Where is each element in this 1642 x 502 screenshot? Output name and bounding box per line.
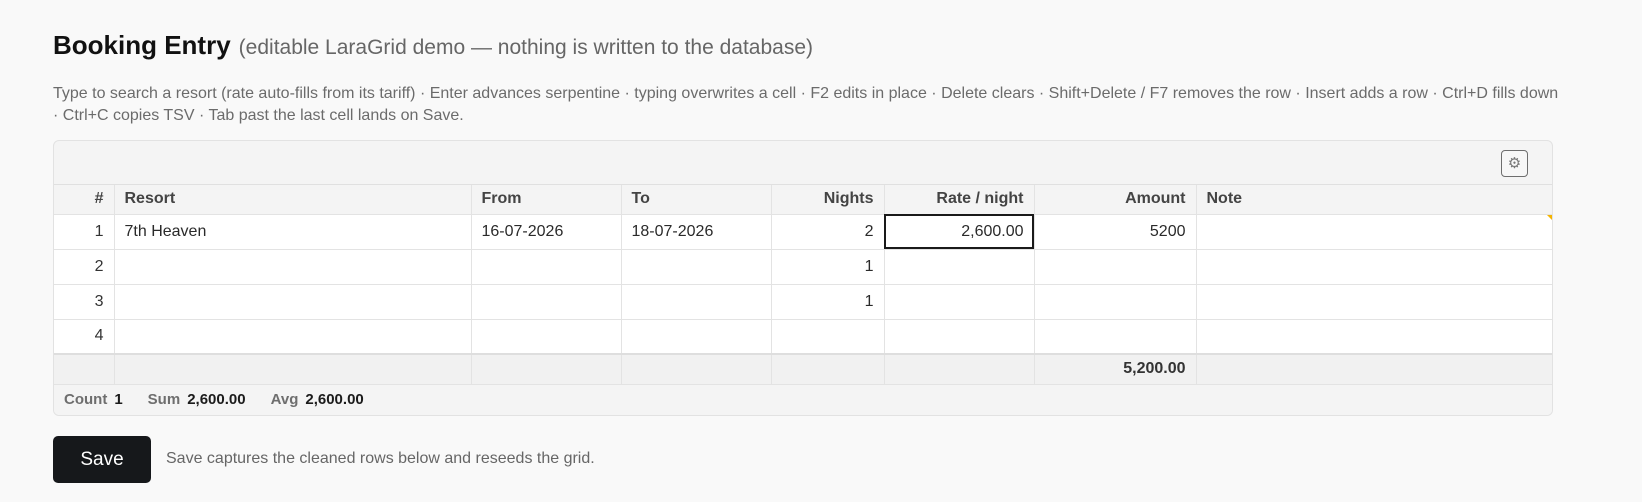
page-subtitle: (editable LaraGrid demo — nothing is wri… xyxy=(238,36,813,59)
dirty-cell-marker xyxy=(1546,214,1552,222)
from-date-cell[interactable] xyxy=(471,249,622,285)
column-header-rate[interactable]: Rate / night xyxy=(884,185,1035,215)
nights-cell[interactable]: 1 xyxy=(771,284,885,320)
booking-grid: ⚙ # Resort From To Nights Rate / night A… xyxy=(53,140,1553,416)
avg-value: 2,600.00 xyxy=(305,391,364,408)
keyboard-help-text: Type to search a resort (rate auto-fills… xyxy=(53,85,1559,124)
column-header-from[interactable]: From xyxy=(471,185,622,215)
nights-cell[interactable]: 1 xyxy=(771,249,885,285)
row-number: 1 xyxy=(54,214,115,250)
page-title: Booking Entry xyxy=(53,30,231,60)
note-cell[interactable] xyxy=(1196,319,1552,355)
column-header-to[interactable]: To xyxy=(621,185,772,215)
from-date-cell[interactable] xyxy=(471,319,622,355)
amount-total: 5,200.00 xyxy=(1034,353,1197,385)
to-date-cell[interactable] xyxy=(621,319,772,355)
column-header-nights[interactable]: Nights xyxy=(771,185,885,215)
amount-cell[interactable] xyxy=(1034,319,1197,355)
table-row: 3 1 xyxy=(54,284,1552,320)
page-header: Booking Entry (editable LaraGrid demo — … xyxy=(53,30,813,61)
rate-cell[interactable] xyxy=(884,284,1035,320)
grid-table: # Resort From To Nights Rate / night Amo… xyxy=(54,185,1552,385)
totals-cell-empty xyxy=(1196,353,1552,385)
row-number: 4 xyxy=(54,319,115,355)
grid-toolbar: ⚙ xyxy=(54,141,1552,185)
column-header-number[interactable]: # xyxy=(54,185,115,215)
count-value: 1 xyxy=(114,391,123,408)
to-date-cell[interactable]: 18-07-2026 xyxy=(621,214,772,250)
table-row: 4 xyxy=(54,319,1552,355)
column-header-resort[interactable]: Resort xyxy=(114,185,472,215)
nights-cell[interactable] xyxy=(771,319,885,355)
nights-cell[interactable]: 2 xyxy=(771,214,885,250)
rate-cell-active[interactable]: 2,600.00 xyxy=(884,214,1035,250)
totals-cell-empty xyxy=(884,353,1035,385)
avg-label: Avg xyxy=(270,391,299,408)
totals-cell-empty xyxy=(621,353,772,385)
totals-cell-empty xyxy=(471,353,622,385)
amount-cell[interactable]: 5200 xyxy=(1034,214,1197,250)
from-date-cell[interactable]: 16-07-2026 xyxy=(471,214,622,250)
table-row: 1 7th Heaven 16-07-2026 18-07-2026 2 2,6… xyxy=(54,214,1552,250)
rate-cell[interactable] xyxy=(884,249,1035,285)
row-number: 2 xyxy=(54,249,115,285)
to-date-cell[interactable] xyxy=(621,284,772,320)
totals-cell-empty xyxy=(54,353,115,385)
note-cell[interactable] xyxy=(1196,214,1552,250)
grid-settings-button[interactable]: ⚙ xyxy=(1501,150,1528,177)
column-header-amount[interactable]: Amount xyxy=(1034,185,1197,215)
sum-value: 2,600.00 xyxy=(187,391,246,408)
sum-label: Sum xyxy=(147,391,181,408)
resort-cell[interactable] xyxy=(114,284,472,320)
column-header-note[interactable]: Note xyxy=(1196,185,1552,215)
amount-cell[interactable] xyxy=(1034,284,1197,320)
rate-cell[interactable] xyxy=(884,319,1035,355)
gear-icon: ⚙ xyxy=(1507,155,1522,172)
count-label: Count xyxy=(64,391,108,408)
row-number: 3 xyxy=(54,284,115,320)
resort-cell[interactable]: 7th Heaven xyxy=(114,214,472,250)
resort-cell[interactable] xyxy=(114,319,472,355)
save-hint-text: Save captures the cleaned rows below and… xyxy=(166,450,595,467)
note-cell[interactable] xyxy=(1196,284,1552,320)
totals-cell-empty xyxy=(771,353,885,385)
totals-cell-empty xyxy=(114,353,472,385)
save-button[interactable]: Save xyxy=(53,436,151,483)
table-row: 2 1 xyxy=(54,249,1552,285)
totals-row: 5,200.00 xyxy=(54,353,1552,385)
to-date-cell[interactable] xyxy=(621,249,772,285)
selection-statusbar: Count 1 Sum 2,600.00 Avg 2,600.00 xyxy=(54,384,1552,415)
note-cell[interactable] xyxy=(1196,249,1552,285)
header-row: # Resort From To Nights Rate / night Amo… xyxy=(54,185,1552,215)
from-date-cell[interactable] xyxy=(471,284,622,320)
resort-cell[interactable] xyxy=(114,249,472,285)
amount-cell[interactable] xyxy=(1034,249,1197,285)
